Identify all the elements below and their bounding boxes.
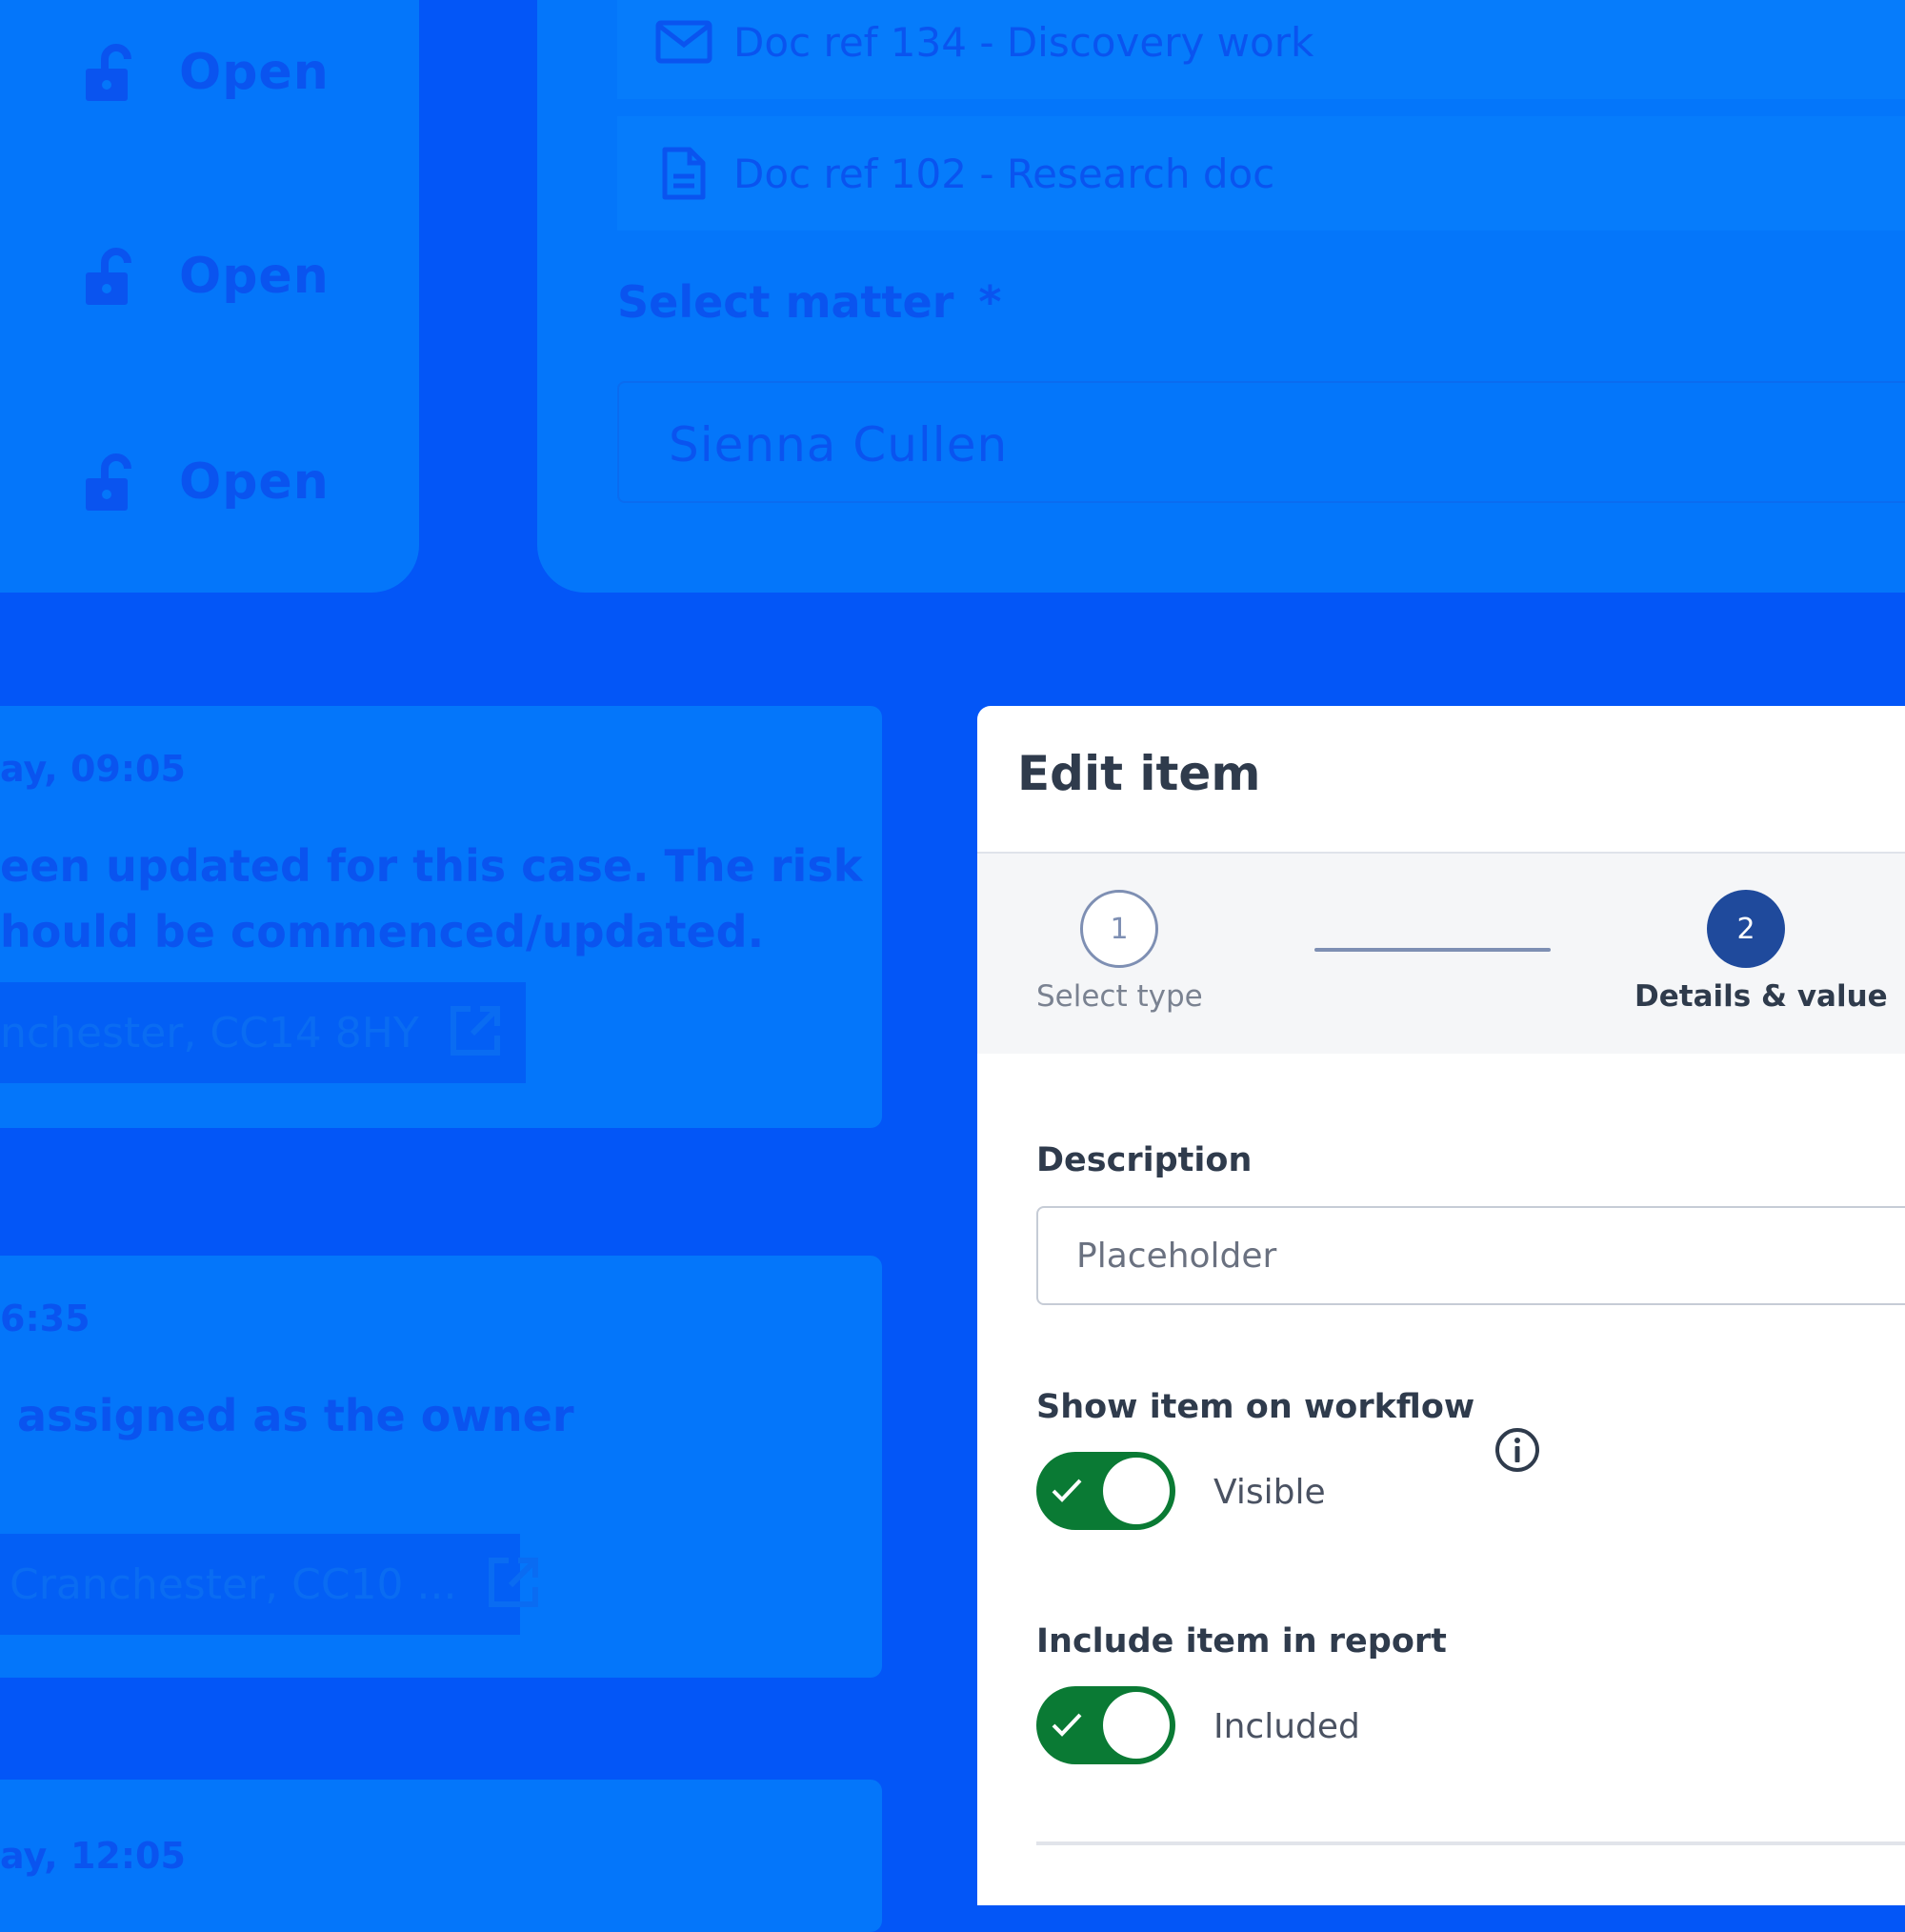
activity-message-line: assigned as the owner: [17, 1390, 574, 1441]
info-icon[interactable]: [1494, 1426, 1541, 1474]
activity-time: ay, 09:05: [0, 748, 186, 790]
section-divider: [1036, 1841, 1905, 1845]
matter-value: Sienna Cullen: [669, 417, 1009, 473]
activity-card: 6:35 assigned as the owner Cranchester, …: [0, 1256, 882, 1678]
status-panel: Open Open Open: [0, 0, 419, 593]
activity-message-line: een updated for this case. The risk: [0, 840, 863, 892]
matter-select[interactable]: Sienna Cullen: [617, 381, 1905, 503]
document-row[interactable]: Doc ref 134 - Discovery work: [617, 0, 1905, 99]
report-inclusion-status: Included: [1213, 1707, 1360, 1746]
external-link-icon: [488, 1558, 538, 1607]
step-2-indicator[interactable]: 2: [1707, 890, 1785, 968]
unlock-icon: [86, 248, 131, 305]
status-row-open[interactable]: Open: [84, 34, 330, 111]
external-link-icon: [450, 1006, 500, 1056]
activity-card: ay, 12:05: [0, 1780, 882, 1932]
status-label: Open: [179, 248, 330, 305]
document-row[interactable]: Doc ref 102 - Research doc: [617, 116, 1905, 231]
required-mark: *: [978, 276, 1002, 328]
step-2-label[interactable]: Details & value: [1634, 979, 1888, 1014]
toggle-knob: [1103, 1692, 1170, 1759]
step-1-indicator[interactable]: 1: [1080, 890, 1158, 968]
stepper: 1 Select type 2 Details & value: [977, 854, 1905, 1054]
document-label: Doc ref 134 - Discovery work: [733, 18, 1314, 66]
address-link[interactable]: nchester, CC14 8HY: [0, 982, 526, 1083]
documents-panel: Doc ref 134 - Discovery work Doc ref 102…: [537, 0, 1905, 593]
status-row-open[interactable]: Open: [84, 238, 330, 314]
toggle-knob: [1103, 1458, 1170, 1524]
address-text: Cranchester, CC10 ...: [10, 1560, 457, 1609]
mail-icon: [655, 20, 712, 64]
modal-header: Edit item: [977, 706, 1905, 854]
check-icon: [1052, 1479, 1082, 1502]
activity-card: ay, 09:05 een updated for this case. The…: [0, 706, 882, 1128]
document-label: Doc ref 102 - Research doc: [733, 150, 1275, 197]
description-input[interactable]: [1036, 1206, 1905, 1305]
workflow-visibility-status: Visible: [1213, 1473, 1326, 1512]
unlock-icon: [86, 44, 131, 101]
description-label: Description: [1036, 1141, 1253, 1179]
include-in-report-toggle[interactable]: [1036, 1686, 1175, 1764]
document-icon: [662, 147, 706, 200]
activity-time: 6:35: [0, 1298, 90, 1339]
include-in-report-label: Include item in report: [1036, 1622, 1447, 1660]
show-on-workflow-label: Show item on workflow: [1036, 1388, 1475, 1426]
status-label: Open: [179, 44, 330, 101]
show-on-workflow-toggle[interactable]: [1036, 1452, 1175, 1530]
activity-time: ay, 12:05: [0, 1835, 186, 1877]
activity-message-line: hould be commenced/updated.: [0, 906, 765, 957]
address-link[interactable]: Cranchester, CC10 ...: [0, 1534, 538, 1635]
select-matter-label: Select matter *: [617, 276, 1002, 328]
check-icon: [1052, 1713, 1082, 1737]
step-connector: [1314, 948, 1551, 952]
edit-item-modal: Edit item 1 Select type 2 Details & valu…: [977, 706, 1905, 1905]
unlock-icon: [86, 453, 131, 511]
modal-title: Edit item: [1017, 746, 1261, 801]
address-text: nchester, CC14 8HY: [0, 1008, 419, 1057]
step-1-label[interactable]: Select type: [1036, 979, 1203, 1014]
status-row-open[interactable]: Open: [84, 444, 330, 520]
status-label: Open: [179, 453, 330, 511]
